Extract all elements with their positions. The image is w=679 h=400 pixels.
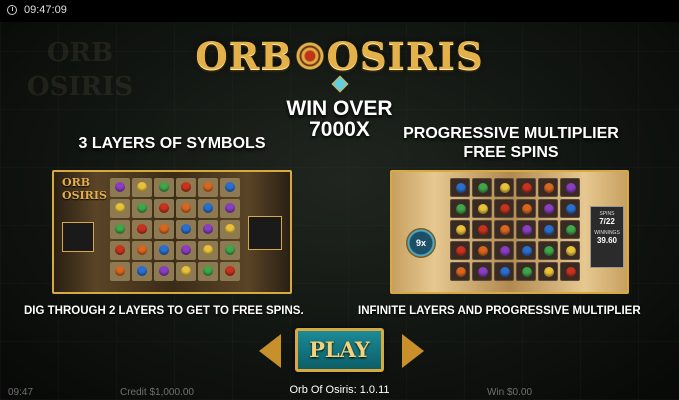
spins-counter: SPINS 7/22 WINNINGS 39.60 xyxy=(590,206,624,268)
symbol-cell xyxy=(220,178,240,197)
right-feature-title-line1: PROGRESSIVE MULTIPLIER xyxy=(403,125,619,142)
symbol-cell xyxy=(154,199,174,218)
symbol-cell xyxy=(110,241,130,260)
logo-word-orb: ORB xyxy=(195,34,293,78)
symbol-cell xyxy=(450,178,470,197)
symbol-cell xyxy=(560,241,580,260)
symbol-cell xyxy=(450,199,470,218)
symbol-cell xyxy=(494,262,514,281)
symbol-cell xyxy=(132,178,152,197)
symbol-cell xyxy=(154,220,174,239)
symbol-cell xyxy=(176,262,196,281)
symbol-cell xyxy=(516,220,536,239)
symbol-cell xyxy=(110,262,130,281)
symbol-cell xyxy=(132,220,152,239)
symbol-cell xyxy=(450,241,470,260)
symbol-cell xyxy=(494,178,514,197)
symbol-cell xyxy=(220,220,240,239)
symbol-cell xyxy=(516,241,536,260)
preview-side-panel xyxy=(248,216,282,250)
symbol-cell xyxy=(538,241,558,260)
preview-side-panel xyxy=(62,222,94,252)
symbol-cell xyxy=(154,262,174,281)
symbol-cell xyxy=(110,199,130,218)
symbol-cell xyxy=(176,241,196,260)
symbol-cell xyxy=(472,178,492,197)
symbol-cell xyxy=(154,241,174,260)
symbol-cell xyxy=(516,262,536,281)
symbol-cell xyxy=(198,262,218,281)
clock-icon xyxy=(7,5,17,15)
symbol-cell xyxy=(220,199,240,218)
symbol-cell xyxy=(538,262,558,281)
symbol-cell xyxy=(198,199,218,218)
right-feature-title: PROGRESSIVE MULTIPLIER FREE SPINS xyxy=(380,124,642,162)
symbol-cell xyxy=(516,178,536,197)
symbol-cell xyxy=(132,241,152,260)
game-logo: ORB OSIRIS xyxy=(0,34,679,78)
symbol-cell xyxy=(220,262,240,281)
next-page-arrow[interactable] xyxy=(402,334,424,368)
symbol-cell xyxy=(560,220,580,239)
symbol-cell xyxy=(560,199,580,218)
left-feature-preview: ORB OSIRIS xyxy=(52,170,292,294)
symbol-cell xyxy=(450,262,470,281)
symbol-cell xyxy=(450,220,470,239)
symbol-cell xyxy=(472,241,492,260)
symbol-cell xyxy=(538,178,558,197)
right-feature-preview: 9x SPINS 7/22 WINNINGS 39.60 xyxy=(390,170,629,294)
symbol-cell xyxy=(110,220,130,239)
symbol-cell xyxy=(494,199,514,218)
symbol-cell xyxy=(472,199,492,218)
status-bar: 09:47:09 xyxy=(0,0,679,22)
symbol-cell xyxy=(154,178,174,197)
symbol-cell xyxy=(516,199,536,218)
symbol-cell xyxy=(560,262,580,281)
symbol-cell xyxy=(494,220,514,239)
symbol-cell xyxy=(176,220,196,239)
headline-line1: WIN OVER xyxy=(286,97,393,120)
symbol-cell xyxy=(176,178,196,197)
symbol-cell xyxy=(538,220,558,239)
symbol-cell xyxy=(198,178,218,197)
left-feature-caption: DIG THROUGH 2 LAYERS TO GET TO FREE SPIN… xyxy=(24,305,304,317)
symbol-cell xyxy=(198,220,218,239)
right-feature-title-line2: FREE SPINS xyxy=(463,144,559,161)
symbol-cell xyxy=(110,178,130,197)
right-feature-caption: INFINITE LAYERS AND PROGRESSIVE MULTIPLI… xyxy=(358,305,641,317)
preview-symbol-grid xyxy=(450,178,580,281)
orb-emblem-icon xyxy=(294,40,325,71)
symbol-cell xyxy=(472,220,492,239)
symbol-cell xyxy=(538,199,558,218)
game-version: Orb Of Osiris: 1.0.11 xyxy=(289,384,390,396)
previous-page-arrow[interactable] xyxy=(259,334,281,368)
symbol-cell xyxy=(176,199,196,218)
status-time: 09:47:09 xyxy=(24,4,67,16)
symbol-cell xyxy=(494,241,514,260)
multiplier-badge: 9x xyxy=(406,228,436,258)
left-feature-title: 3 LAYERS OF SYMBOLS xyxy=(78,135,266,152)
symbol-cell xyxy=(132,262,152,281)
symbol-cell xyxy=(220,241,240,260)
preview-symbol-grid xyxy=(110,178,240,281)
symbol-cell xyxy=(132,199,152,218)
symbol-cell xyxy=(560,178,580,197)
play-button[interactable]: PLAY xyxy=(295,328,384,372)
symbol-cell xyxy=(198,241,218,260)
preview-logo: ORB OSIRIS xyxy=(62,176,107,202)
symbol-cell xyxy=(472,262,492,281)
logo-word-osiris: OSIRIS xyxy=(326,34,484,78)
